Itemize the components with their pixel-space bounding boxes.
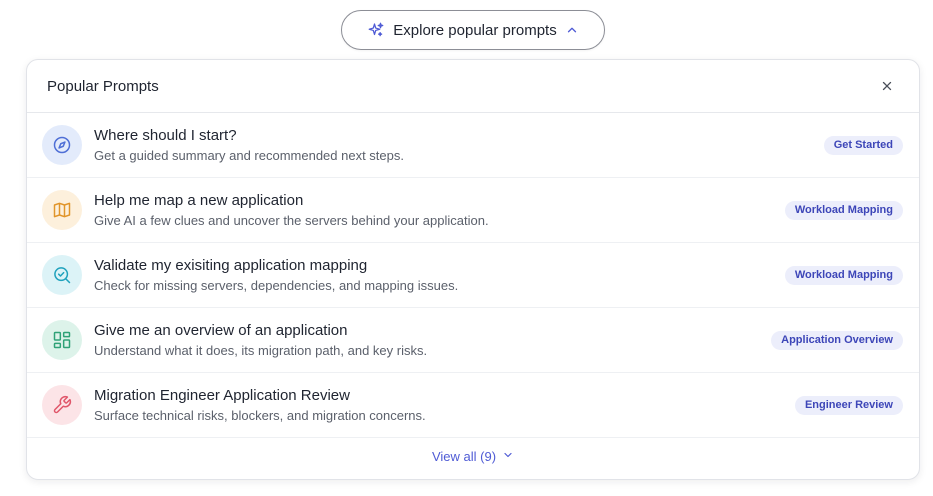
sparkles-icon [367,21,385,39]
prompt-description: Understand what it does, its migration p… [94,342,428,358]
category-badge: Workload Mapping [784,265,903,285]
category-badge: Application Overview [771,330,903,350]
map-icon [42,190,82,230]
explore-button-label: Explore popular prompts [393,21,557,39]
prompt-item-application-overview[interactable]: Give me an overview of an application Un… [27,308,919,373]
layout-grid-icon [42,320,82,360]
compass-icon [42,125,82,165]
prompt-item-map-new-application[interactable]: Help me map a new application Give AI a … [27,178,919,243]
wrench-icon [42,385,82,425]
prompt-title: Give me an overview of an application [94,321,348,339]
prompt-title: Where should I start? [94,126,237,144]
prompt-item-validate-mapping[interactable]: Validate my exisiting application mappin… [27,243,919,308]
popular-prompts-panel: Popular Prompts Where should I start? Ge… [26,59,920,480]
prompt-description: Surface technical risks, blockers, and m… [94,407,426,423]
prompt-title: Help me map a new application [94,191,304,209]
panel-title: Popular Prompts [47,77,159,95]
prompt-description: Get a guided summary and recommended nex… [94,147,404,163]
panel-header: Popular Prompts [27,60,919,113]
category-badge: Workload Mapping [784,200,903,220]
prompt-description: Check for missing servers, dependencies,… [94,277,459,293]
view-all-link[interactable]: View all (9) [27,446,919,466]
category-badge: Get Started [823,135,903,155]
chevron-down-icon [502,449,514,464]
search-check-icon [42,255,82,295]
prompt-description: Give AI a few clues and uncover the serv… [94,212,489,228]
prompt-item-engineer-review[interactable]: Migration Engineer Application Review Su… [27,373,919,438]
view-all-label: View all (9) [431,448,497,464]
chevron-up-icon [565,23,579,37]
explore-popular-prompts-button[interactable]: Explore popular prompts [341,10,605,50]
prompt-title: Validate my exisiting application mappin… [94,256,368,274]
prompt-title: Migration Engineer Application Review [94,386,350,404]
close-icon[interactable] [875,74,899,98]
category-badge: Engineer Review [794,395,903,415]
prompt-item-where-should-i-start[interactable]: Where should I start? Get a guided summa… [27,113,919,178]
